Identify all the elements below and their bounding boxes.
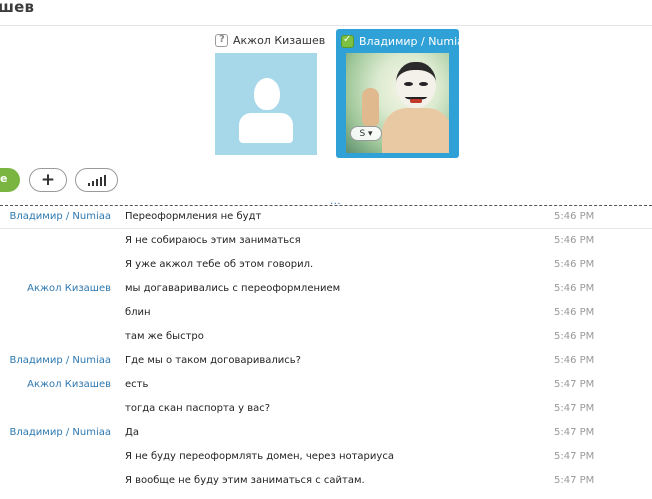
silhouette-body	[239, 113, 293, 143]
chat-message: Владимир / Numiaa Где мы о таком договар…	[0, 349, 652, 373]
message-text: мы догаваривались с переоформлением	[125, 283, 341, 294]
message-time: 5:46 PM	[554, 283, 595, 294]
message-text: есть	[125, 379, 149, 390]
chat-message: Я вообще не буду этим заниматься с сайта…	[0, 469, 652, 493]
photo-hand	[362, 88, 379, 126]
message-sender[interactable]: Акжол Кизашев	[27, 379, 111, 390]
participant-vladimir[interactable]: Владимир / Numiaa S ▾	[336, 29, 471, 158]
message-sender[interactable]: Акжол Кизашев	[27, 283, 111, 294]
message-text: Я не собираюсь этим заниматься	[125, 235, 301, 246]
message-text: блин	[125, 307, 151, 318]
chat-message: там же быстро 5:46 PM	[0, 325, 652, 349]
plus-icon: +	[40, 170, 56, 190]
message-time: 5:46 PM	[554, 235, 595, 246]
add-button[interactable]: +	[29, 168, 67, 192]
message-time: 5:47 PM	[554, 379, 595, 390]
chat-message: Владимир / Numiaa Да 5:47 PM	[0, 421, 652, 445]
message-time: 5:47 PM	[554, 475, 595, 486]
conversation-title: шев	[0, 0, 35, 16]
call-quality-button[interactable]	[75, 168, 118, 192]
chat-message: Акжол Кизашев мы догаваривались с переоф…	[0, 277, 652, 301]
message-time: 5:47 PM	[554, 403, 595, 414]
message-time: 5:47 PM	[554, 451, 595, 462]
chat-message: Я не собираюсь этим заниматься 5:46 PM	[0, 229, 652, 253]
message-time: 5:46 PM	[554, 307, 595, 318]
chat-message: Я не буду переоформлять домен, через нот…	[0, 445, 652, 469]
chat-message: тогда скан паспорта у вас? 5:47 PM	[0, 397, 652, 421]
status-unknown-icon	[215, 33, 228, 47]
message-text: там же быстро	[125, 331, 204, 342]
status-online-icon	[341, 34, 354, 48]
message-time: 5:46 PM	[554, 331, 595, 342]
message-sender[interactable]: Владимир / Numiaa	[9, 427, 111, 438]
message-time: 5:47 PM	[554, 427, 595, 438]
silhouette-head	[254, 78, 280, 110]
chat-message: Акжол Кизашев есть 5:47 PM	[0, 373, 652, 397]
message-text: Я не буду переоформлять домен, через нот…	[125, 451, 394, 462]
message-text: Да	[125, 427, 139, 438]
call-button[interactable]: е	[0, 168, 20, 192]
message-sender[interactable]: Владимир / Numiaa	[9, 355, 111, 366]
call-button-label: е	[0, 172, 8, 185]
photo-mask	[396, 62, 436, 108]
participant-name: Акжол Кизашев	[233, 33, 326, 47]
participant-name: Владимир / Numiaa	[359, 34, 471, 48]
message-text: Я вообще не буду этим заниматься с сайта…	[125, 475, 365, 486]
message-time: 5:46 PM	[554, 355, 595, 366]
default-avatar[interactable]	[215, 53, 317, 155]
chat-message: Я уже акжол тебе об этом говорил. 5:46 P…	[0, 253, 652, 277]
photo-torso	[382, 108, 449, 153]
signal-bars-icon	[87, 174, 106, 186]
message-text: Я уже акжол тебе об этом говорил.	[125, 259, 314, 270]
message-text: тогда скан паспорта у вас?	[125, 403, 271, 414]
message-text: Переоформления не будт	[125, 211, 262, 222]
call-options-button[interactable]: S ▾	[350, 126, 382, 141]
conversation-header: шев	[0, 0, 652, 26]
message-time: 5:46 PM	[554, 211, 595, 222]
participant-photo[interactable]: S ▾	[346, 53, 449, 153]
message-text: Где мы о таком договаривались?	[125, 355, 301, 366]
message-time: 5:46 PM	[554, 259, 595, 270]
message-sender[interactable]: Владимир / Numiaa	[9, 211, 111, 222]
chat-message: блин 5:46 PM	[0, 301, 652, 325]
chat-message: Владимир / Numiaa Переоформления не будт…	[0, 205, 652, 229]
call-controls: е +	[0, 167, 200, 193]
chat-history[interactable]: Владимир / Numiaa Переоформления не будт…	[0, 205, 652, 493]
